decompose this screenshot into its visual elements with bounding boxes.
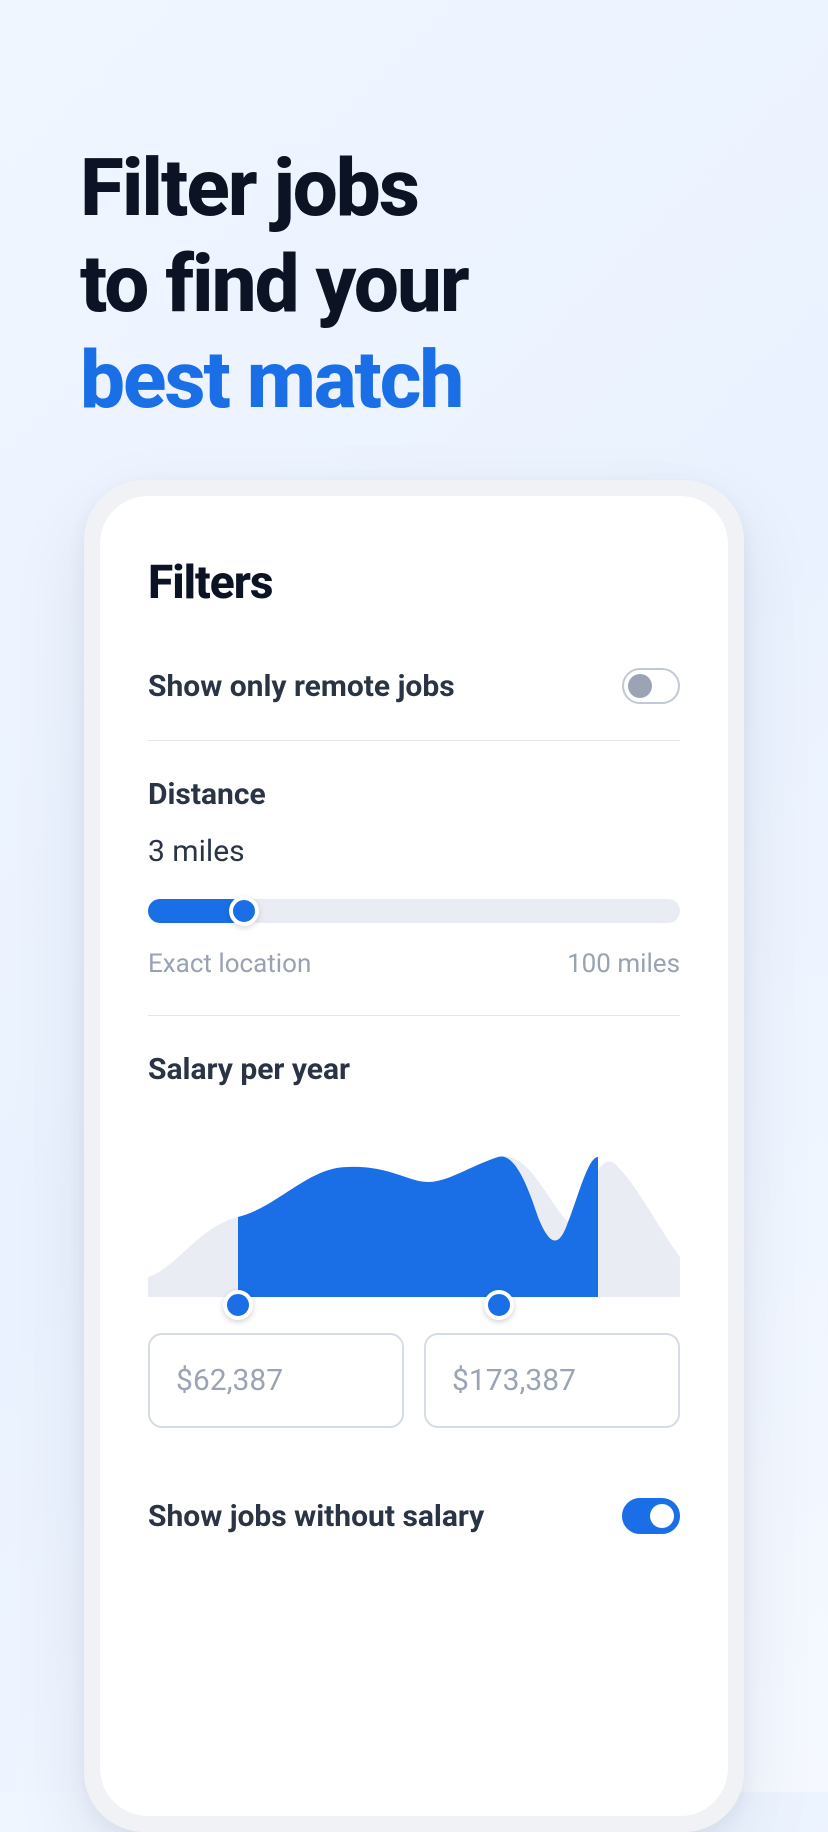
salary-inputs: $62,387 $173,387 [148, 1333, 680, 1428]
toggle-knob-icon [628, 674, 652, 698]
remote-jobs-label: Show only remote jobs [148, 669, 455, 704]
salary-min-thumb-icon[interactable] [223, 1290, 253, 1320]
salary-max-thumb-icon[interactable] [484, 1290, 514, 1320]
salary-section: Salary per year $62,387 $173,387 [148, 1052, 680, 1428]
without-salary-row: Show jobs without salary [148, 1498, 680, 1534]
remote-jobs-toggle[interactable] [622, 668, 680, 704]
divider [148, 1015, 680, 1016]
salary-label: Salary per year [148, 1052, 680, 1087]
hero-heading: Filter jobs to find your best match [0, 0, 828, 498]
salary-max-input[interactable]: $173,387 [424, 1333, 680, 1428]
without-salary-toggle[interactable] [622, 1498, 680, 1534]
salary-min-input[interactable]: $62,387 [148, 1333, 404, 1428]
distance-slider[interactable] [148, 899, 680, 923]
histogram-svg [148, 1127, 680, 1297]
page-title: Filter jobs to find your best match [80, 140, 748, 428]
distance-min-label: Exact location [148, 949, 311, 979]
panel-title: Filters [148, 556, 680, 610]
distance-label: Distance [148, 777, 680, 812]
title-line-2: to find your [80, 237, 468, 331]
title-accent: best match [80, 333, 462, 427]
divider [148, 740, 680, 741]
distance-section: Distance 3 miles Exact location 100 mile… [148, 777, 680, 979]
distance-value: 3 miles [148, 834, 680, 869]
distance-max-label: 100 miles [567, 949, 680, 979]
toggle-knob-icon [650, 1504, 674, 1528]
title-line-1: Filter jobs [80, 141, 418, 235]
remote-jobs-row: Show only remote jobs [148, 668, 680, 704]
slider-thumb-icon[interactable] [229, 896, 259, 926]
filters-panel: Filters Show only remote jobs Distance 3… [100, 496, 728, 1816]
phone-frame: Filters Show only remote jobs Distance 3… [84, 480, 744, 1832]
distance-slider-labels: Exact location 100 miles [148, 949, 680, 979]
salary-histogram [148, 1127, 680, 1297]
without-salary-label: Show jobs without salary [148, 1499, 484, 1534]
